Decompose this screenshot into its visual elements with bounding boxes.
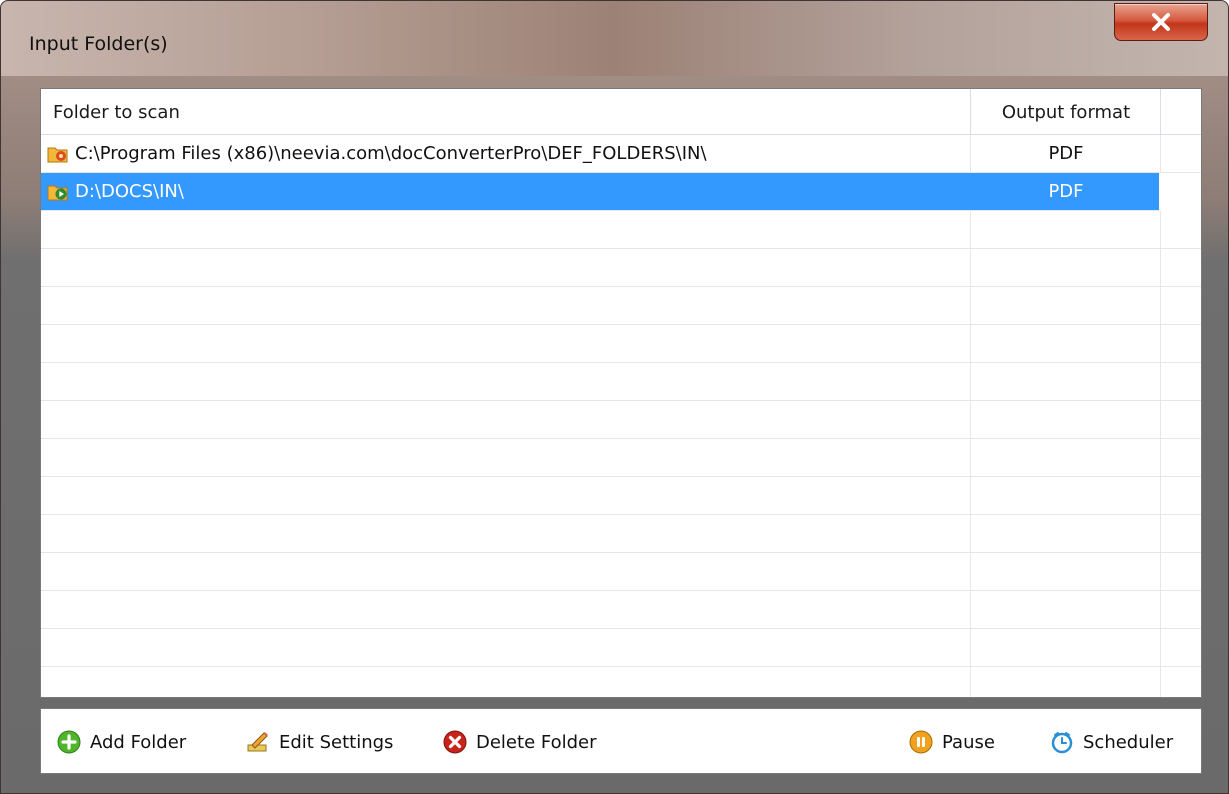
column-header-format[interactable]: Output format (971, 102, 1161, 123)
clock-icon (1051, 732, 1073, 754)
scheduler-label: Scheduler (1083, 731, 1174, 753)
add-folder-button[interactable]: Add Folder (57, 727, 186, 757)
edit-settings-button[interactable]: Edit Settings (246, 727, 393, 757)
folder-cell: C:\Program Files (x86)\neevia.com\docCon… (47, 143, 707, 164)
empty-row (41, 439, 1201, 477)
action-toolbar: Add Folder Edit Settings Delete Folder P… (40, 708, 1202, 774)
folder-gear-icon (47, 147, 68, 162)
table-row[interactable]: C:\Program Files (x86)\neevia.com\docCon… (41, 135, 1201, 173)
folder-cell: D:\DOCS\IN\ (47, 181, 184, 202)
empty-row (41, 249, 1201, 287)
empty-row (41, 211, 1201, 249)
delete-icon (443, 730, 467, 754)
empty-row (41, 515, 1201, 553)
table-row[interactable]: D:\DOCS\IN\ PDF (41, 173, 1201, 211)
empty-row (41, 287, 1201, 325)
empty-row (41, 401, 1201, 439)
list-rows: C:\Program Files (x86)\neevia.com\docCon… (41, 135, 1201, 667)
empty-row (41, 477, 1201, 515)
empty-row (41, 553, 1201, 591)
input-folders-dialog: Input Folder(s) Folder to scan Output fo… (0, 0, 1229, 794)
column-header-folder[interactable]: Folder to scan (53, 102, 180, 123)
folder-list[interactable]: Folder to scan Output format C:\Program … (40, 88, 1202, 698)
pause-icon (909, 730, 933, 754)
edit-pencil-icon (247, 732, 268, 752)
window-title: Input Folder(s) (29, 33, 168, 55)
title-bar[interactable]: Input Folder(s) (1, 1, 1228, 76)
format-cell: PDF (1048, 143, 1084, 164)
pause-button[interactable]: Pause (909, 727, 995, 757)
edit-settings-label: Edit Settings (279, 731, 394, 753)
scheduler-button[interactable]: Scheduler (1050, 727, 1173, 757)
header-divider (1160, 89, 1161, 135)
close-button[interactable] (1114, 3, 1208, 41)
list-header: Folder to scan Output format (41, 89, 1201, 135)
empty-row (41, 591, 1201, 629)
empty-row (41, 363, 1201, 401)
header-divider (970, 89, 971, 135)
close-icon (1152, 13, 1170, 31)
folder-path: C:\Program Files (x86)\neevia.com\docCon… (75, 143, 707, 164)
add-icon (57, 730, 81, 754)
add-folder-label: Add Folder (90, 731, 187, 753)
delete-folder-label: Delete Folder (476, 731, 597, 753)
empty-row (41, 325, 1201, 363)
pause-label: Pause (942, 731, 995, 753)
format-cell: PDF (1048, 181, 1084, 202)
folder-play-icon (47, 185, 68, 200)
folder-path: D:\DOCS\IN\ (75, 181, 184, 202)
empty-row (41, 629, 1201, 667)
delete-folder-button[interactable]: Delete Folder (443, 727, 597, 757)
